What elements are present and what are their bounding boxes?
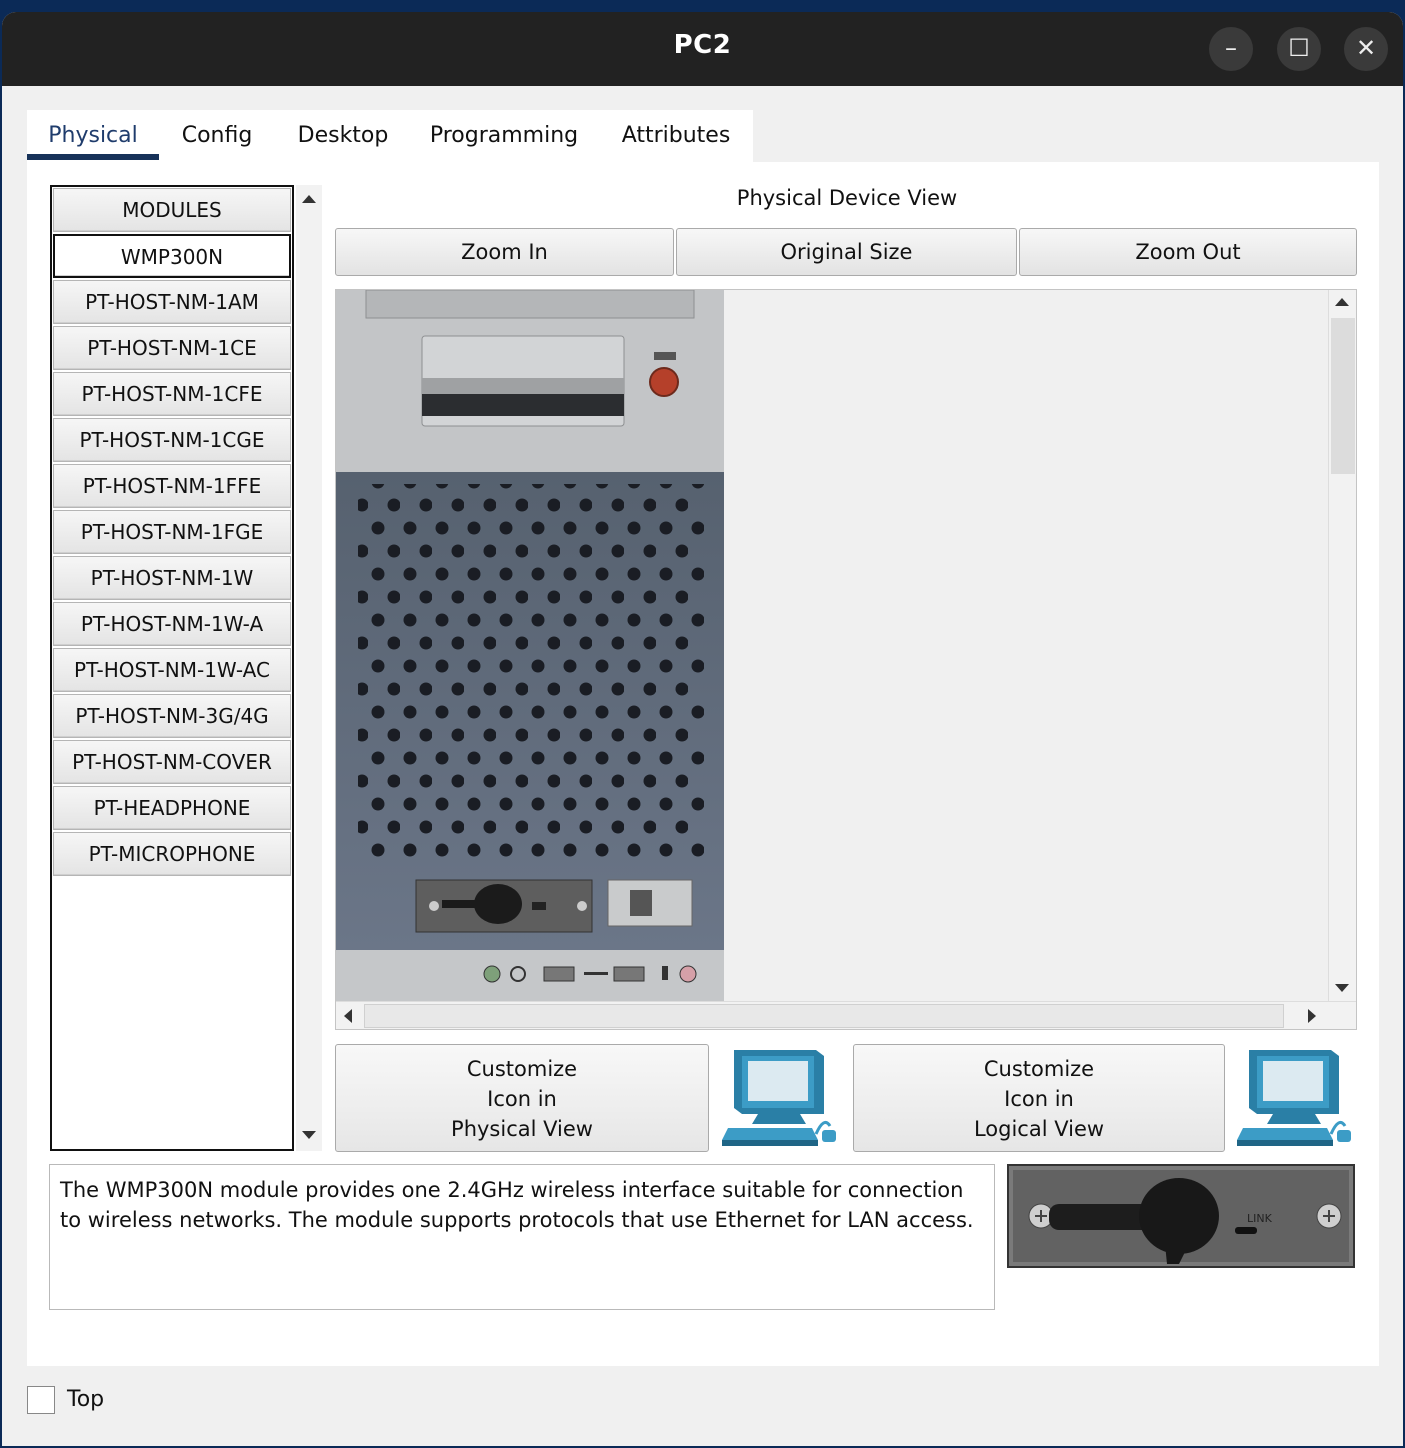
button-label-line: Icon in (487, 1087, 557, 1111)
module-item[interactable]: PT-HOST-NM-1CE (53, 326, 291, 370)
customize-logical-icon-button[interactable]: Customize Icon in Logical View (853, 1044, 1225, 1152)
viewport-vertical-scrollbar[interactable] (1328, 290, 1356, 1002)
tab-programming[interactable]: Programming (419, 110, 589, 162)
link-label: LINK (1247, 1212, 1273, 1225)
scroll-right-icon[interactable] (1308, 1009, 1316, 1023)
module-item[interactable]: PT-HOST-NM-1W-AC (53, 648, 291, 692)
module-item[interactable]: PT-HOST-NM-1AM (53, 280, 291, 324)
active-tab-indicator (27, 154, 159, 160)
top-checkbox-label: Top (67, 1387, 105, 1412)
button-label-line: Logical View (973, 1117, 1105, 1141)
module-item[interactable]: WMP300N (53, 234, 291, 278)
minimize-button[interactable]: – (1209, 27, 1253, 71)
original-size-button[interactable]: Original Size (676, 228, 1017, 276)
module-item[interactable]: PT-HOST-NM-1W (53, 556, 291, 600)
module-item[interactable]: PT-MICROPHONE (53, 832, 291, 876)
scroll-thumb[interactable] (1331, 318, 1355, 474)
maximize-icon: ☐ (1288, 34, 1310, 62)
module-item[interactable]: PT-HOST-NM-1CFE (53, 372, 291, 416)
close-button[interactable]: ✕ (1344, 27, 1388, 71)
customize-physical-icon-button[interactable]: Customize Icon in Physical View (335, 1044, 709, 1152)
module-item[interactable]: PT-HOST-NM-1FFE (53, 464, 291, 508)
physical-panel: MODULES WMP300N PT-HOST-NM-1AM PT-HOST-N… (27, 162, 1379, 1366)
module-item[interactable]: PT-HOST-NM-1W-A (53, 602, 291, 646)
modules-header: MODULES (53, 188, 291, 232)
module-item[interactable]: PT-HOST-NM-1CGE (53, 418, 291, 462)
button-label-line: Customize (983, 1057, 1095, 1081)
scroll-down-icon[interactable] (302, 1131, 316, 1139)
tab-attributes[interactable]: Attributes (612, 110, 740, 162)
tab-bar: Physical Config Desktop Programming Attr… (27, 110, 753, 162)
modules-scrollbar[interactable] (296, 185, 322, 1151)
modules-list: MODULES WMP300N PT-HOST-NM-1AM PT-HOST-N… (50, 185, 294, 1151)
physical-device-view-title: Physical Device View (736, 186, 958, 210)
physical-device-viewport[interactable] (335, 289, 1357, 1030)
button-label-line: Physical View (451, 1117, 593, 1141)
pc-physical-icon (722, 1050, 836, 1146)
scroll-left-icon[interactable] (344, 1009, 352, 1023)
title-bar: PC2 – ☐ ✕ (2, 12, 1403, 86)
pc-tower-image (336, 290, 724, 1002)
minimize-icon: – (1225, 34, 1237, 62)
tab-desktop[interactable]: Desktop (285, 110, 401, 162)
module-item[interactable]: PT-HOST-NM-1FGE (53, 510, 291, 554)
zoom-in-button[interactable]: Zoom In (335, 228, 674, 276)
module-item[interactable]: PT-HOST-NM-3G/4G (53, 694, 291, 738)
button-label-line: Icon in (1004, 1087, 1074, 1111)
zoom-out-button[interactable]: Zoom Out (1019, 228, 1357, 276)
scroll-down-icon[interactable] (1335, 984, 1349, 992)
button-label-line: Customize (466, 1057, 578, 1081)
device-window: PC2 – ☐ ✕ Physical Config Desktop Progra… (2, 12, 1403, 1446)
maximize-button[interactable]: ☐ (1277, 27, 1321, 71)
scroll-up-icon[interactable] (1335, 298, 1349, 306)
module-item[interactable]: PT-HEADPHONE (53, 786, 291, 830)
module-item[interactable]: PT-HOST-NM-COVER (53, 740, 291, 784)
window-title: PC2 (673, 30, 732, 60)
scroll-up-icon[interactable] (302, 195, 316, 203)
viewport-horizontal-scrollbar[interactable] (336, 1001, 1356, 1029)
close-icon: ✕ (1355, 34, 1377, 62)
top-checkbox[interactable] (27, 1386, 55, 1414)
module-description: The WMP300N module provides one 2.4GHz w… (49, 1164, 995, 1310)
tab-config[interactable]: Config (167, 110, 267, 162)
wmp300n-module-image: LINK (1007, 1164, 1355, 1268)
pc-logical-icon (1237, 1050, 1351, 1146)
scroll-thumb[interactable] (364, 1004, 1284, 1028)
